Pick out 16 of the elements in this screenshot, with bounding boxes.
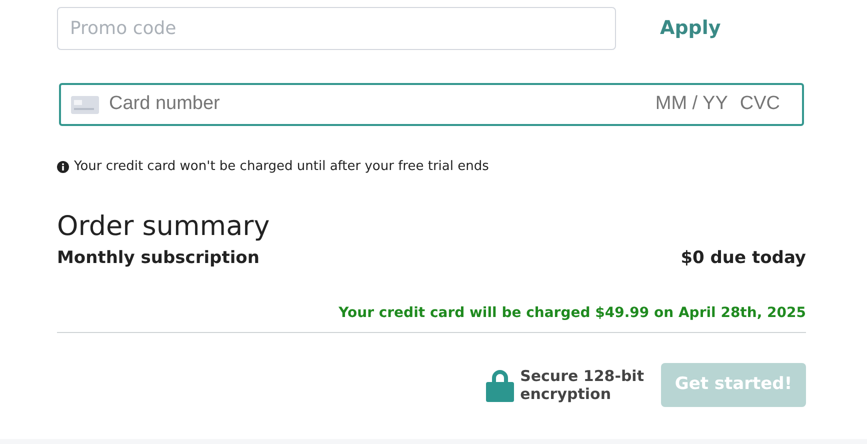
order-summary-title: Order summary — [57, 210, 271, 244]
info-icon — [57, 160, 69, 173]
credit-card-icon — [71, 96, 99, 114]
card-field[interactable]: Card number MM / YY CVC — [59, 83, 804, 126]
promo-code-field[interactable]: Promo code — [57, 7, 616, 50]
charge-note: Your credit card will be charged $49.99 on April 28th, 2025 — [338, 304, 806, 323]
subscription-label: Monthly subscription — [57, 246, 260, 270]
expiry-placeholder: MM / YY — [655, 92, 728, 116]
cvc-placeholder: CVC — [740, 92, 780, 116]
trial-notice: Your credit card won't be charged until after your free trial ends — [74, 158, 489, 176]
card-number-placeholder: Card number — [109, 92, 220, 116]
apply-button[interactable]: Apply — [660, 14, 721, 43]
security-label: Secure 128-bit — [520, 367, 644, 385]
due-today-amount: $0 due today — [680, 246, 806, 270]
security-label: encryption — [520, 385, 612, 403]
lock-icon — [485, 368, 516, 402]
